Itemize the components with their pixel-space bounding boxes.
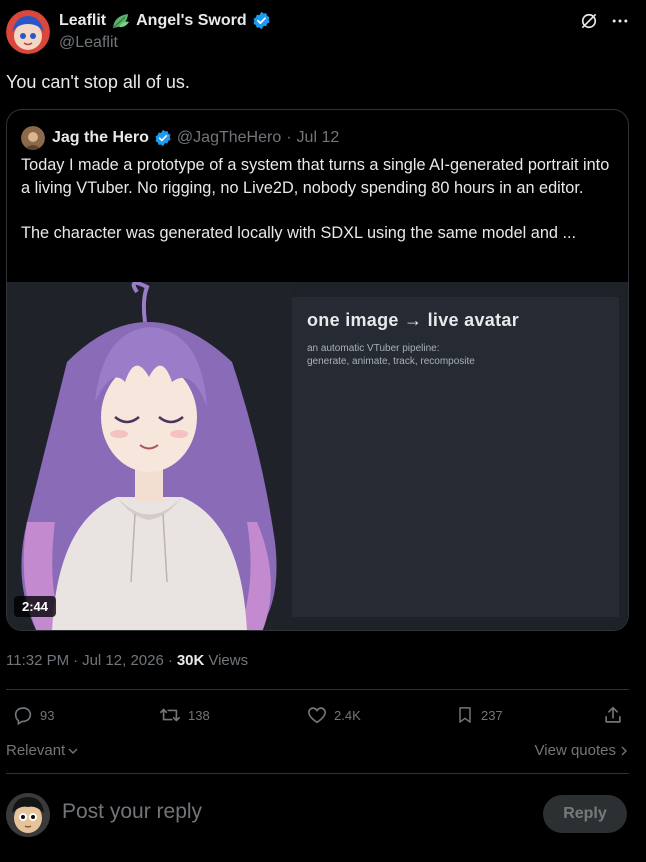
quoted-date[interactable]: Jul 12 xyxy=(297,129,340,147)
reply-icon xyxy=(12,704,34,726)
quoted-separator: · xyxy=(286,129,292,146)
video-title-panel: one image → live avatar an automatic VTu… xyxy=(292,297,619,617)
divider xyxy=(6,689,629,690)
post-time[interactable]: 11:32 PM xyxy=(6,652,69,669)
post-meta: 11:32 PM · Jul 12, 2026 · 30K Views xyxy=(6,652,248,669)
sort-dropdown[interactable]: Relevant xyxy=(6,742,79,759)
like-button[interactable]: 2.4K xyxy=(306,704,361,726)
author-handle[interactable]: @Leaflit xyxy=(59,34,118,52)
video-panel-title: one image → live avatar xyxy=(307,310,519,330)
post-date[interactable]: Jul 12, 2026 xyxy=(82,652,164,669)
action-bar: 93 138 2.4K 237 xyxy=(0,700,646,732)
more-options-icon[interactable] xyxy=(609,10,631,32)
view-quotes-link[interactable]: View quotes xyxy=(535,742,629,759)
video-player[interactable]: one image → live avatar an automatic VTu… xyxy=(7,282,628,630)
views-count[interactable]: 30K xyxy=(177,652,205,669)
quoted-author-name[interactable]: Jag the Hero xyxy=(52,129,149,147)
bookmark-icon xyxy=(455,704,475,726)
bookmark-button[interactable]: 237 xyxy=(455,704,503,726)
bookmark-count: 237 xyxy=(481,707,503,723)
quoted-author-avatar[interactable] xyxy=(21,126,45,150)
post-header: Leaflit Angel's Sword @Leaflit xyxy=(0,0,646,62)
quoted-post-text: Today I made a prototype of a system tha… xyxy=(21,156,610,242)
repost-button[interactable]: 138 xyxy=(158,704,210,726)
reply-button[interactable]: 93 xyxy=(12,704,54,726)
views-label: Views xyxy=(208,652,249,669)
leaf-icon xyxy=(111,12,131,30)
verified-badge-icon xyxy=(154,129,172,147)
like-count: 2.4K xyxy=(334,707,361,723)
replies-sort-row: Relevant View quotes xyxy=(6,742,629,762)
repost-count: 138 xyxy=(188,707,210,723)
meta-separator: · xyxy=(73,652,79,669)
quoted-author-handle[interactable]: @JagTheHero xyxy=(177,129,281,147)
chevron-down-icon xyxy=(67,745,79,757)
grok-icon[interactable] xyxy=(578,10,600,32)
verified-badge-icon xyxy=(252,11,271,30)
post-text: You can't stop all of us. xyxy=(6,72,190,92)
video-thumbnail-portrait xyxy=(7,282,292,630)
share-button[interactable] xyxy=(602,704,624,726)
author-avatar[interactable] xyxy=(6,10,50,54)
quoted-post[interactable]: Jag the Hero @JagTheHero · Jul 12 Today … xyxy=(6,109,629,631)
share-icon xyxy=(602,704,624,726)
sort-label: Relevant xyxy=(6,742,66,759)
reply-count: 93 xyxy=(40,707,55,723)
video-duration-badge: 2:44 xyxy=(14,596,57,617)
meta-separator: · xyxy=(167,652,173,669)
author-display-name[interactable]: Leaflit xyxy=(59,12,106,30)
reply-input[interactable]: Post your reply xyxy=(62,800,202,824)
divider xyxy=(6,773,629,774)
current-user-avatar[interactable] xyxy=(6,793,50,837)
chevron-right-icon xyxy=(619,745,629,757)
author-display-name-suffix[interactable]: Angel's Sword xyxy=(136,12,246,30)
repost-icon xyxy=(158,704,182,726)
view-quotes-label: View quotes xyxy=(534,742,616,759)
reply-submit-button[interactable]: Reply xyxy=(543,795,627,833)
heart-icon xyxy=(306,704,328,726)
video-panel-subtitle: an automatic VTuber pipeline: generate, … xyxy=(307,343,475,367)
